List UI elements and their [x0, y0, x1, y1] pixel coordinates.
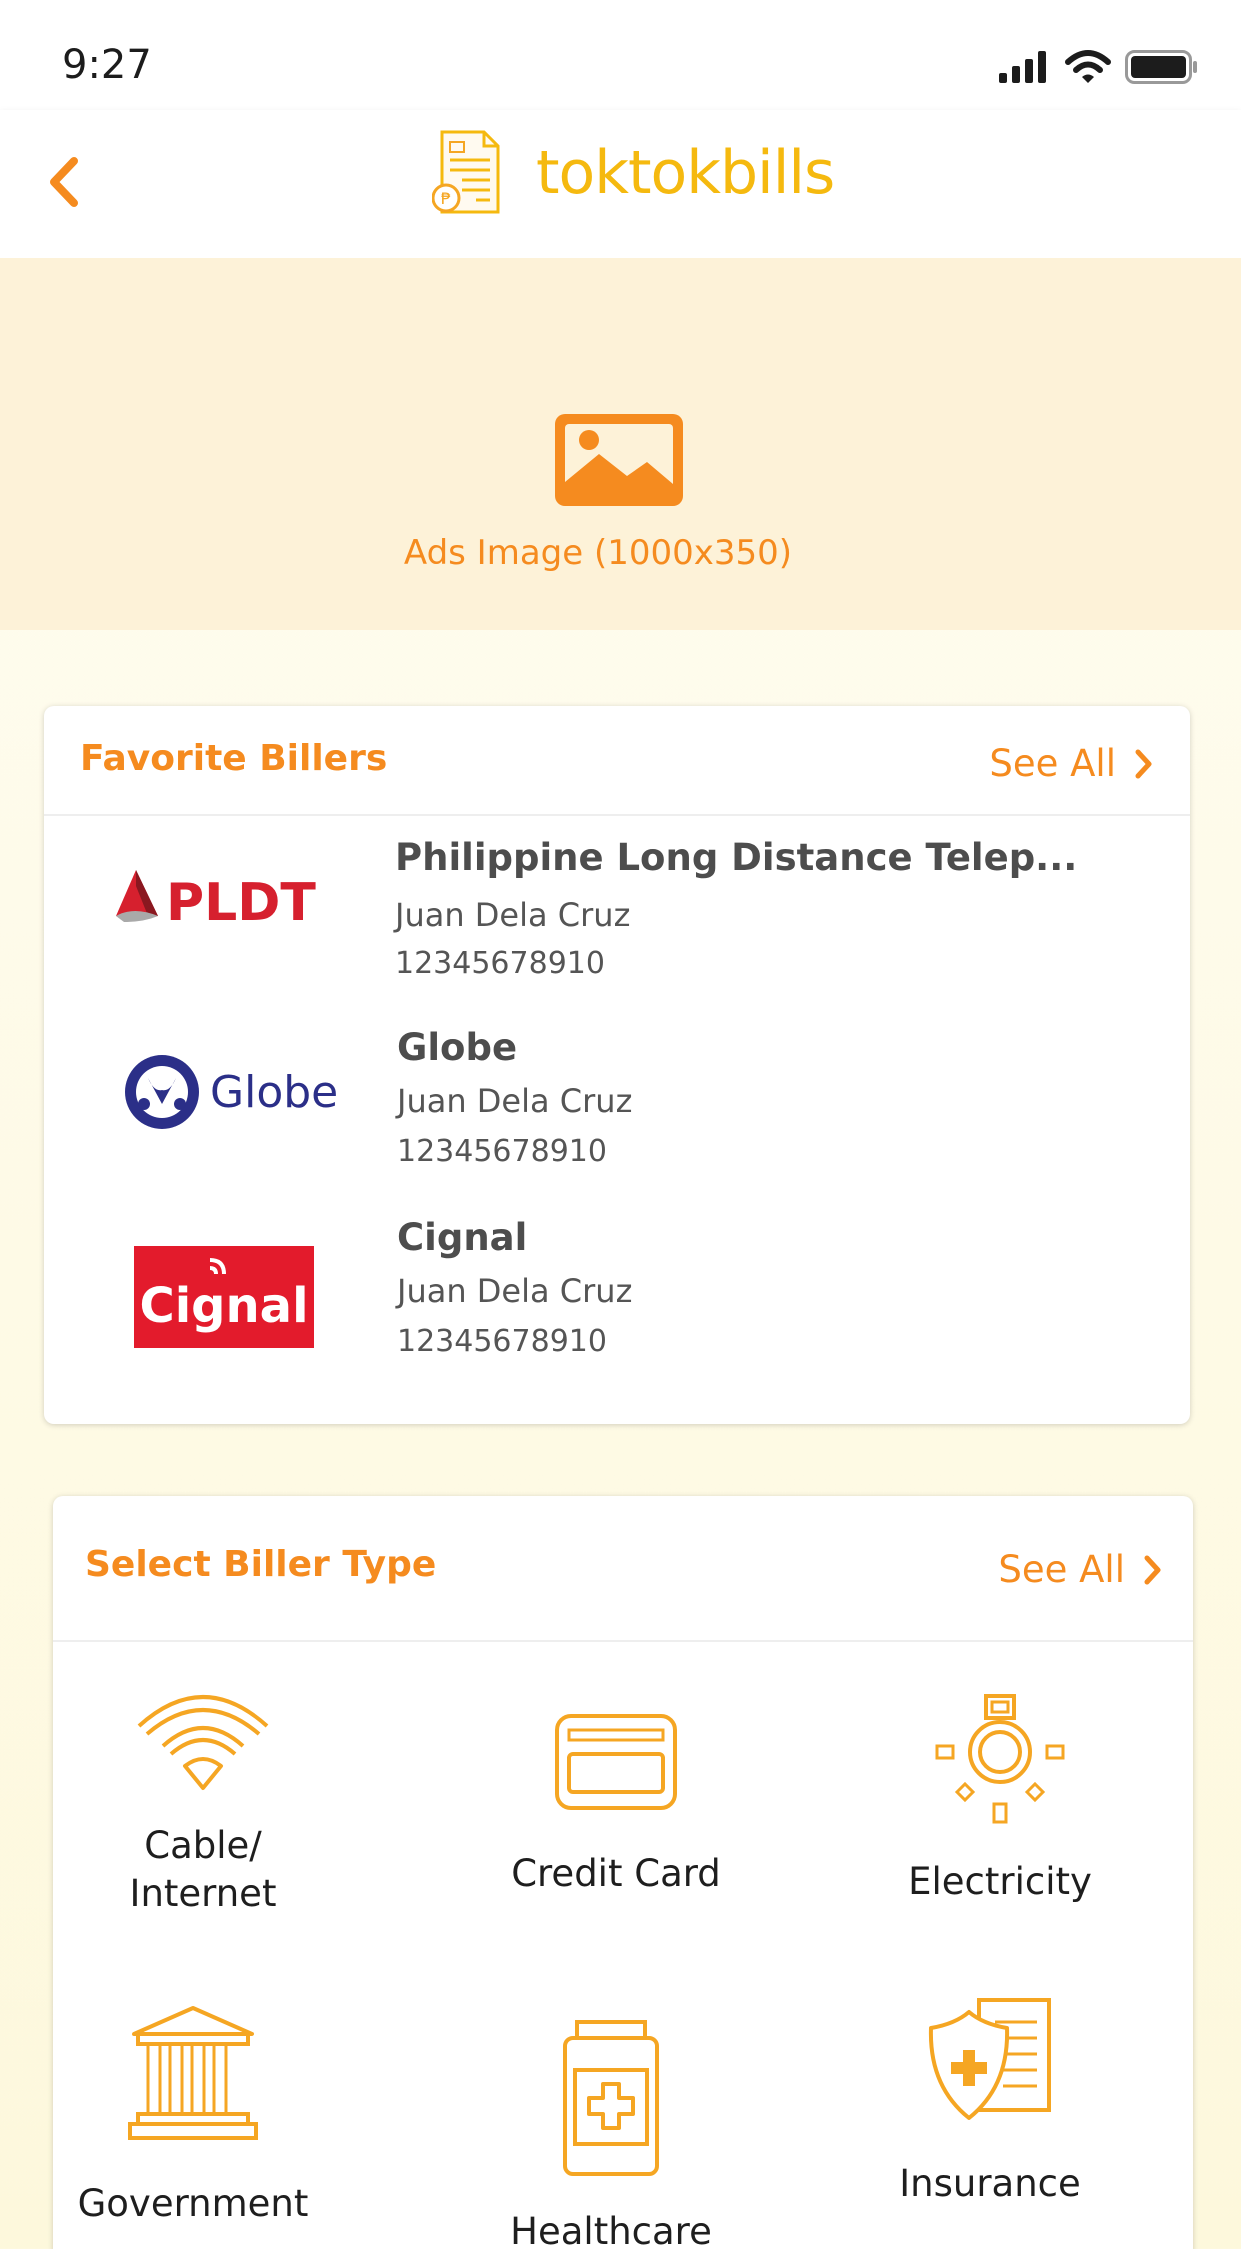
- see-all-label: See All: [998, 1548, 1125, 1591]
- wifi-status-icon: [1065, 50, 1111, 83]
- biller-type-label: Healthcare: [510, 2210, 712, 2249]
- biller-account-name: Juan Dela Cruz: [397, 1082, 633, 1120]
- biller-type-label: Credit Card: [511, 1852, 721, 1895]
- svg-text:₱: ₱: [441, 189, 451, 208]
- brand-name: toktokbills: [536, 138, 835, 208]
- brand: ₱ toktokbills: [432, 128, 835, 218]
- biller-account-number: 12345678910: [397, 1324, 607, 1359]
- svg-text:PLDT: PLDT: [166, 873, 316, 933]
- back-button[interactable]: [38, 150, 88, 214]
- biller-type-see-all-button[interactable]: See All: [998, 1548, 1163, 1591]
- credit-card-icon: [555, 1714, 677, 1810]
- ads-label: Ads Image (1000x350): [403, 533, 793, 573]
- battery-icon: [1125, 50, 1197, 84]
- medicine-bottle-icon: [563, 2020, 659, 2176]
- biller-type-label: Government: [77, 2182, 309, 2225]
- favorite-biller-item[interactable]: Globe Globe Juan Dela Cruz 12345678910: [44, 1026, 1190, 1226]
- biller-type-title: Select Biller Type: [85, 1544, 437, 1585]
- government-building-icon: [128, 2006, 258, 2140]
- biller-type-header: Select Biller Type See All: [53, 1496, 1193, 1642]
- favorite-biller-item[interactable]: Cignal Cignal Juan Dela Cruz 12345678910: [44, 1216, 1190, 1416]
- favorite-billers-see-all-button[interactable]: See All: [989, 742, 1154, 785]
- favorite-billers-header: Favorite Billers See All: [44, 706, 1190, 816]
- status-icons: [999, 50, 1199, 84]
- wifi-icon: [137, 1695, 269, 1790]
- image-placeholder-icon: [555, 414, 683, 506]
- biller-type-cable-internet[interactable]: Cable/ Internet: [53, 1686, 353, 1918]
- biller-type-healthcare[interactable]: Healthcare: [461, 2018, 761, 2249]
- pldt-logo: PLDT: [116, 870, 316, 933]
- chevron-right-icon: [1135, 749, 1152, 778]
- svg-text:Globe: Globe: [210, 1067, 338, 1118]
- globe-logo: Globe: [125, 1055, 338, 1129]
- biller-name: Cignal: [397, 1216, 528, 1259]
- biller-account-name: Juan Dela Cruz: [395, 896, 631, 934]
- see-all-label: See All: [989, 742, 1116, 785]
- chevron-right-icon: [1144, 1555, 1161, 1584]
- biller-account-number: 12345678910: [395, 946, 605, 981]
- signal-icon: [999, 51, 1046, 83]
- biller-type-government[interactable]: Government: [43, 2004, 343, 2228]
- svg-text:Cignal: Cignal: [139, 1278, 308, 1334]
- biller-type-credit-card[interactable]: Credit Card: [466, 1712, 766, 1898]
- biller-type-label: Insurance: [899, 2162, 1081, 2205]
- ads-banner[interactable]: Ads Image (1000x350): [0, 258, 1241, 630]
- favorite-billers-title: Favorite Billers: [80, 738, 388, 779]
- favorite-biller-item[interactable]: PLDT Philippine Long Distance Telep... J…: [44, 836, 1190, 1036]
- biller-account-name: Juan Dela Cruz: [397, 1272, 633, 1310]
- biller-account-number: 12345678910: [397, 1134, 607, 1169]
- chevron-left-icon: [50, 157, 78, 207]
- biller-type-label: Cable/: [144, 1824, 262, 1867]
- bill-document-icon: ₱: [432, 130, 500, 214]
- biller-type-label: Internet: [129, 1872, 277, 1915]
- biller-type-electricity[interactable]: Electricity: [850, 1692, 1150, 1906]
- app-header: ₱ toktokbills: [0, 110, 1241, 258]
- light-bulb-icon: [935, 1694, 1065, 1824]
- insurance-shield-icon: [928, 1998, 1051, 2120]
- biller-type-label: Electricity: [908, 1860, 1092, 1903]
- cignal-logo: Cignal: [134, 1246, 314, 1348]
- biller-name: Globe: [397, 1026, 518, 1069]
- biller-type-insurance[interactable]: Insurance: [840, 1996, 1140, 2208]
- status-time: 9:27: [62, 42, 152, 88]
- favorite-billers-card: Favorite Billers See All PLDT Philippine…: [44, 706, 1190, 1424]
- biller-name: Philippine Long Distance Telep...: [395, 836, 1078, 879]
- biller-type-card: Select Biller Type See All Cable/ Intern…: [53, 1496, 1193, 2249]
